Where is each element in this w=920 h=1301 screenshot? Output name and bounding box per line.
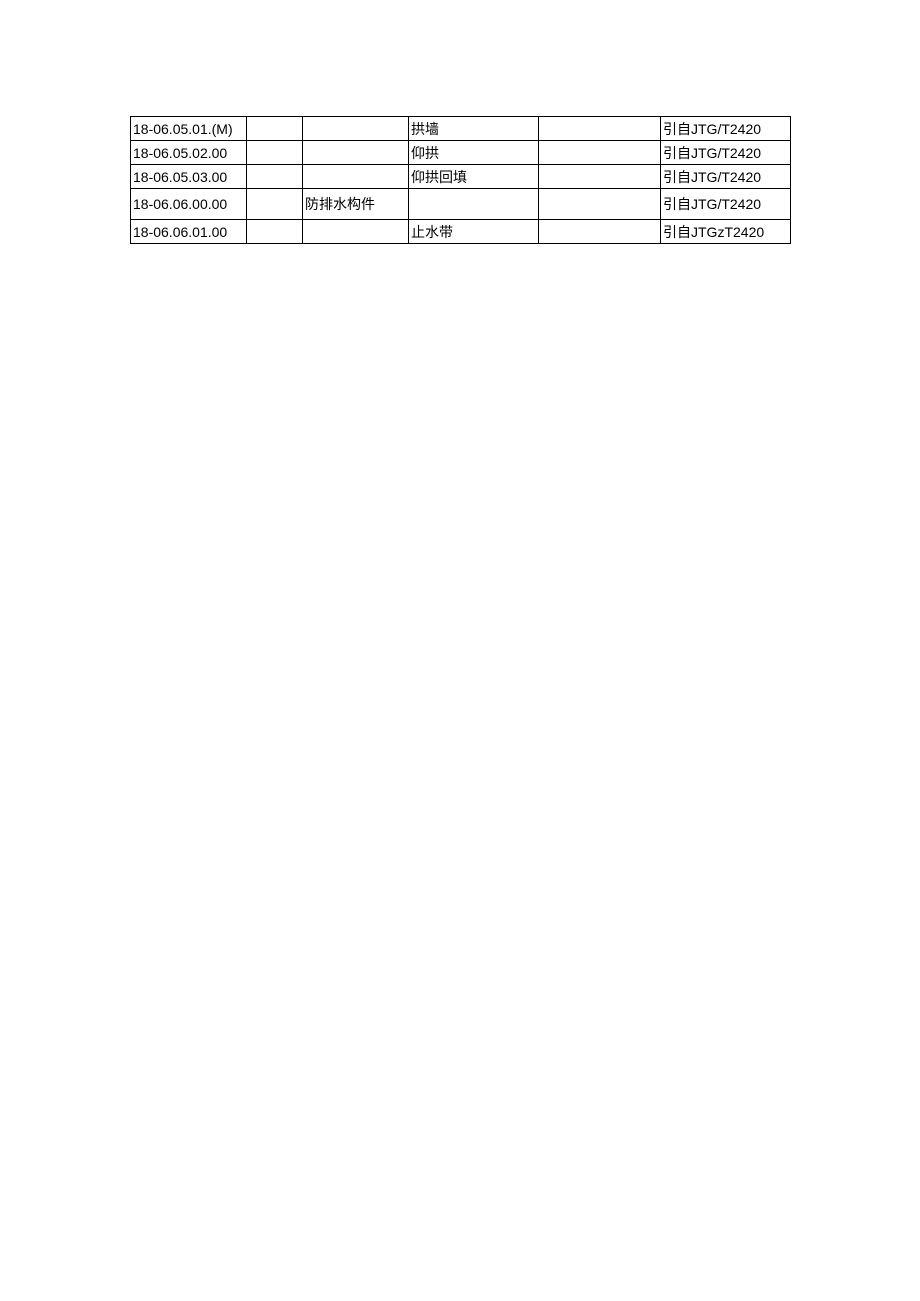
table-row: 18-06.05.02.00 仰拱 引自JTG/T2420 xyxy=(131,141,791,165)
empty-cell xyxy=(247,117,303,141)
category-cell: 防排水构件 xyxy=(303,189,409,220)
table-row: 18-06.05.01.(M) 拱墙 引自JTG/T2420 xyxy=(131,117,791,141)
code-cell: 18-06.06.00.00 xyxy=(131,189,247,220)
item-cell: 拱墙 xyxy=(409,117,539,141)
empty-cell xyxy=(247,165,303,189)
category-cell xyxy=(303,220,409,244)
category-cell xyxy=(303,117,409,141)
item-cell xyxy=(409,189,539,220)
code-cell: 18-06.05.03.00 xyxy=(131,165,247,189)
empty-cell xyxy=(247,189,303,220)
ref-cell: 引自JTG/T2420 xyxy=(661,189,791,220)
empty-cell xyxy=(539,117,661,141)
category-cell xyxy=(303,141,409,165)
ref-cell: 引自JTG/T2420 xyxy=(661,117,791,141)
page-content: 18-06.05.01.(M)拱墙引自JTG/T242018-06.05.02.… xyxy=(0,0,790,244)
ref-cell: 引自JTG/T2420 xyxy=(661,165,791,189)
item-cell: 仰拱 xyxy=(409,141,539,165)
empty-cell xyxy=(539,189,661,220)
empty-cell xyxy=(539,220,661,244)
table-row: 18-06.05.03.00 仰拱回填 引自JTG/T2420 xyxy=(131,165,791,189)
item-cell: 仰拱回填 xyxy=(409,165,539,189)
item-cell: 止水带 xyxy=(409,220,539,244)
ref-cell: 引自JTG/T2420 xyxy=(661,141,791,165)
data-table: 18-06.05.01.(M)拱墙引自JTG/T242018-06.05.02.… xyxy=(130,116,791,244)
ref-cell: 引自JTGzT2420 xyxy=(661,220,791,244)
category-cell xyxy=(303,165,409,189)
empty-cell xyxy=(247,220,303,244)
empty-cell xyxy=(247,141,303,165)
code-cell: 18-06.05.02.00 xyxy=(131,141,247,165)
table-row: 18-06.06.00.00 防排水构件 引自JTG/T2420 xyxy=(131,189,791,220)
code-cell: 18-06.06.01.00 xyxy=(131,220,247,244)
empty-cell xyxy=(539,165,661,189)
code-cell: 18-06.05.01.(M) xyxy=(131,117,247,141)
empty-cell xyxy=(539,141,661,165)
table-row: 18-06.06.01.00 止水带 引自JTGzT2420 xyxy=(131,220,791,244)
